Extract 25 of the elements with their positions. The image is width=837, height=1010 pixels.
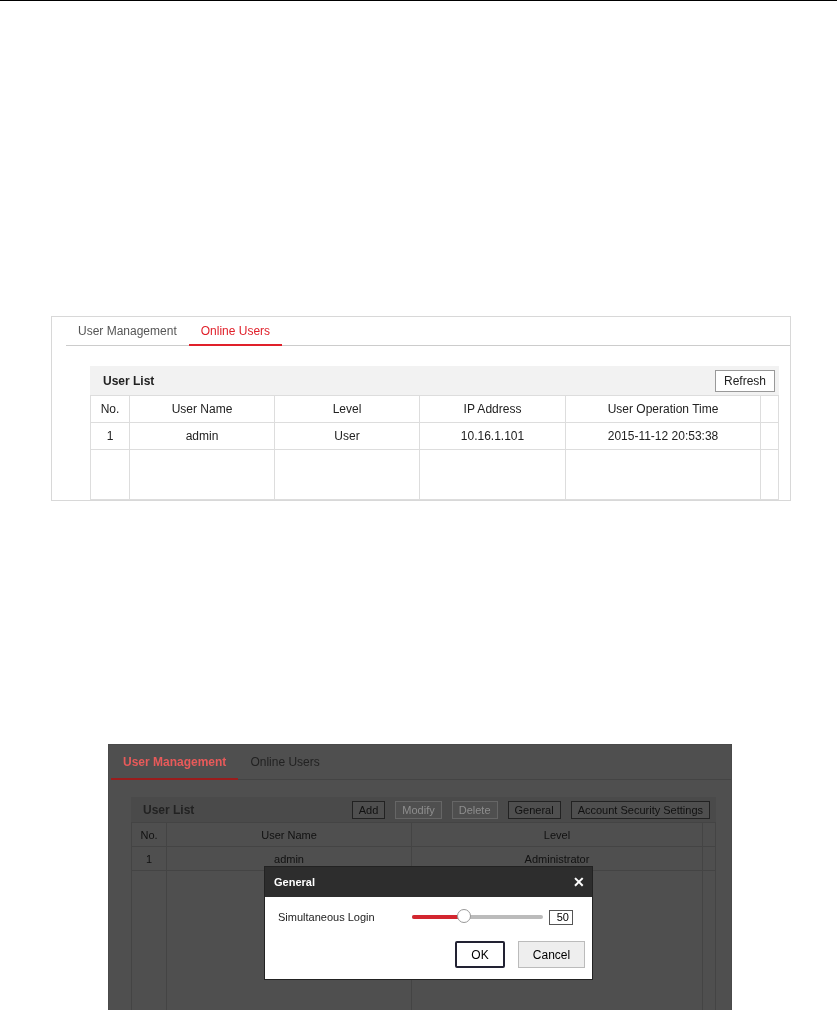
close-button[interactable]: ✕ [573,874,585,890]
table-cell: User [274,422,420,450]
column-header: No. [131,822,167,847]
tab[interactable]: Online Users [188,317,283,346]
tab[interactable]: User Management [66,317,189,346]
column-header: IP Address [419,395,566,423]
dialog-button[interactable]: OK [455,941,505,968]
column-header: User Name [129,395,275,423]
toolbar-button[interactable]: Refresh [714,369,775,392]
column-header: User Operation Time [565,395,761,423]
table-cell: 2015-11-12 20:53:38 [565,422,761,450]
field-label: Simultaneous Login [278,911,376,923]
dialog-title: General [274,876,315,888]
dialog-button[interactable]: Cancel [518,941,585,968]
column-header: Level [411,822,703,847]
number-field[interactable]: 50 [549,909,573,925]
table-cell: 1 [131,846,167,871]
slider-thumb[interactable] [457,909,472,923]
list-title: User List [103,373,155,388]
column-header: No. [90,395,130,423]
table-cell: admin [129,422,275,450]
column-header: Level [274,395,420,423]
table-cell: 10.16.1.101 [419,422,566,450]
column-header: User Name [166,822,412,847]
table-cell: 1 [90,422,130,450]
